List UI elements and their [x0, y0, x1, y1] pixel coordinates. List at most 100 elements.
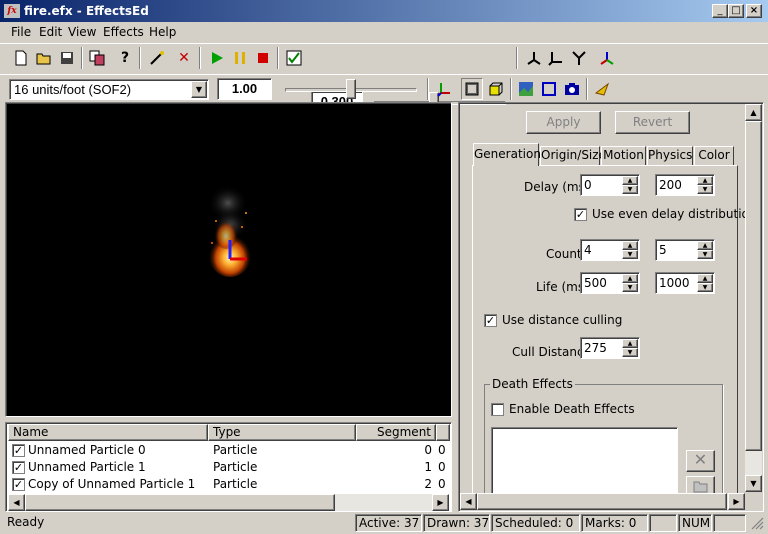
- spin-down-icon[interactable]: ▼: [697, 250, 713, 259]
- spin-up-icon[interactable]: ▲: [697, 176, 713, 185]
- menu-edit[interactable]: Edit: [39, 25, 62, 39]
- apply-button[interactable]: Apply: [526, 111, 601, 134]
- remove-death-effect-icon[interactable]: ✕: [686, 450, 715, 472]
- units-select[interactable]: 16 units/foot (SOF2) ▼: [9, 79, 209, 100]
- checkbox-toggle-icon[interactable]: [283, 47, 305, 69]
- list-horizontal-scrollbar[interactable]: ◀ ▶: [8, 494, 449, 511]
- tab-motion[interactable]: Motion: [601, 146, 646, 166]
- scroll-down-icon[interactable]: ▼: [745, 475, 762, 492]
- even-delay-checkbox[interactable]: ✓: [574, 208, 587, 221]
- axis-color-icon[interactable]: [596, 47, 618, 69]
- open-folder-icon[interactable]: [33, 47, 55, 69]
- spin-up-icon[interactable]: ▲: [622, 241, 638, 250]
- particle-2-checkbox[interactable]: ✓: [12, 478, 25, 491]
- column-header-extra[interactable]: [436, 424, 450, 441]
- scale-value-field[interactable]: 1.00: [217, 78, 272, 100]
- death-effects-list[interactable]: [491, 427, 678, 497]
- menu-bar: File Edit View Effects Help: [0, 22, 768, 42]
- scale-slider-thumb[interactable]: [346, 79, 356, 99]
- delay-max-spinner[interactable]: 200 ▲ ▼: [655, 174, 715, 196]
- scroll-up-icon[interactable]: ▲: [745, 104, 762, 121]
- texture-icon[interactable]: [515, 78, 537, 100]
- delay-min-spinner[interactable]: 0 ▲ ▼: [580, 174, 640, 196]
- spin-down-icon[interactable]: ▼: [622, 185, 638, 194]
- particle-name: Copy of Unnamed Particle 1: [28, 477, 196, 491]
- scroll-right-icon[interactable]: ▶: [432, 494, 449, 511]
- count-max-spinner[interactable]: 5 ▲ ▼: [655, 239, 715, 261]
- scroll-right-icon[interactable]: ▶: [728, 493, 745, 510]
- window-title: fire.efx - EffectsEd: [24, 4, 149, 18]
- light-icon[interactable]: [591, 78, 613, 100]
- tab-physics[interactable]: Physics: [647, 146, 693, 166]
- scroll-left-icon[interactable]: ◀: [8, 494, 25, 511]
- pause-icon[interactable]: [229, 47, 251, 69]
- help-icon[interactable]: ?: [114, 47, 136, 69]
- list-item[interactable]: ✓ Unnamed Particle 0 Particle 0 0: [8, 442, 448, 459]
- revert-button[interactable]: Revert: [615, 111, 690, 134]
- cube-view-icon[interactable]: [485, 78, 507, 100]
- life-min-spinner[interactable]: 500 ▲ ▼: [580, 272, 640, 294]
- menu-help[interactable]: Help: [149, 25, 176, 39]
- list-item[interactable]: ✓ Unnamed Particle 1 Particle 1 0: [8, 459, 448, 476]
- frame-icon[interactable]: [538, 78, 560, 100]
- distance-culling-checkbox[interactable]: ✓: [484, 314, 497, 327]
- axes-view-icon[interactable]: [433, 78, 455, 100]
- title-bar[interactable]: fx fire.efx - EffectsEd _ □ ×: [0, 0, 768, 22]
- spin-up-icon[interactable]: ▲: [697, 241, 713, 250]
- panel-horizontal-scrollbar[interactable]: ◀ ▶: [460, 493, 745, 510]
- menu-view[interactable]: View: [68, 25, 96, 39]
- menu-effects[interactable]: Effects: [103, 25, 144, 39]
- save-icon[interactable]: [56, 47, 78, 69]
- spin-down-icon[interactable]: ▼: [622, 283, 638, 292]
- new-file-icon[interactable]: [10, 47, 32, 69]
- column-header-segment[interactable]: Segment: [356, 424, 436, 441]
- fire-particles-image: [208, 185, 252, 277]
- particle-segment: 2: [424, 477, 432, 491]
- column-header-name[interactable]: Name: [8, 424, 208, 441]
- delete-icon[interactable]: ✕: [173, 47, 195, 69]
- close-button[interactable]: ×: [746, 4, 762, 18]
- axis-icon-3[interactable]: [568, 47, 590, 69]
- minimize-button[interactable]: _: [712, 4, 728, 18]
- spin-down-icon[interactable]: ▼: [697, 283, 713, 292]
- list-scroll-thumb[interactable]: [25, 494, 335, 511]
- spin-up-icon[interactable]: ▲: [622, 339, 638, 348]
- panel-vscroll-thumb[interactable]: [745, 121, 762, 451]
- column-header-type[interactable]: Type: [208, 424, 356, 441]
- tab-generation[interactable]: Generation: [473, 143, 541, 166]
- spin-down-icon[interactable]: ▼: [622, 348, 638, 357]
- tab-origin-size[interactable]: Origin/Size: [540, 146, 606, 166]
- enable-death-checkbox[interactable]: [491, 403, 504, 416]
- cull-distance-spinner[interactable]: 275 ▲ ▼: [580, 337, 640, 359]
- play-icon[interactable]: [206, 47, 228, 69]
- effect-preview-viewport[interactable]: [5, 102, 452, 417]
- scroll-left-icon[interactable]: ◀: [460, 493, 477, 510]
- axis-icon-1[interactable]: [523, 47, 545, 69]
- menu-file[interactable]: File: [11, 25, 31, 39]
- chevron-down-icon[interactable]: ▼: [191, 81, 207, 98]
- spin-up-icon[interactable]: ▲: [697, 274, 713, 283]
- particle-extra: 0: [438, 477, 446, 491]
- life-max-spinner[interactable]: 1000 ▲ ▼: [655, 272, 715, 294]
- spin-up-icon[interactable]: ▲: [622, 176, 638, 185]
- spin-down-icon[interactable]: ▼: [697, 185, 713, 194]
- particle-0-checkbox[interactable]: ✓: [12, 444, 25, 457]
- tab-color[interactable]: Color: [694, 146, 734, 166]
- list-item[interactable]: ✓ Copy of Unnamed Particle 1 Particle 2 …: [8, 476, 448, 493]
- panel-vertical-scrollbar[interactable]: ▲ ▼: [745, 104, 762, 492]
- particle-1-checkbox[interactable]: ✓: [12, 461, 25, 474]
- stop-icon[interactable]: [252, 47, 274, 69]
- wand-icon[interactable]: [146, 47, 168, 69]
- maximize-button[interactable]: □: [728, 4, 744, 18]
- spin-down-icon[interactable]: ▼: [622, 250, 638, 259]
- delay-max-value: 200: [659, 178, 682, 192]
- spin-up-icon[interactable]: ▲: [622, 274, 638, 283]
- copy-icon[interactable]: [86, 47, 108, 69]
- resize-grip-icon[interactable]: [750, 516, 764, 530]
- grid-view-icon[interactable]: [461, 78, 483, 100]
- death-effects-group-label: Death Effects: [490, 377, 575, 391]
- axis-icon-2[interactable]: [545, 47, 567, 69]
- panel-hscroll-thumb[interactable]: [477, 493, 727, 510]
- count-min-spinner[interactable]: 4 ▲ ▼: [580, 239, 640, 261]
- camera-icon[interactable]: [561, 78, 583, 100]
